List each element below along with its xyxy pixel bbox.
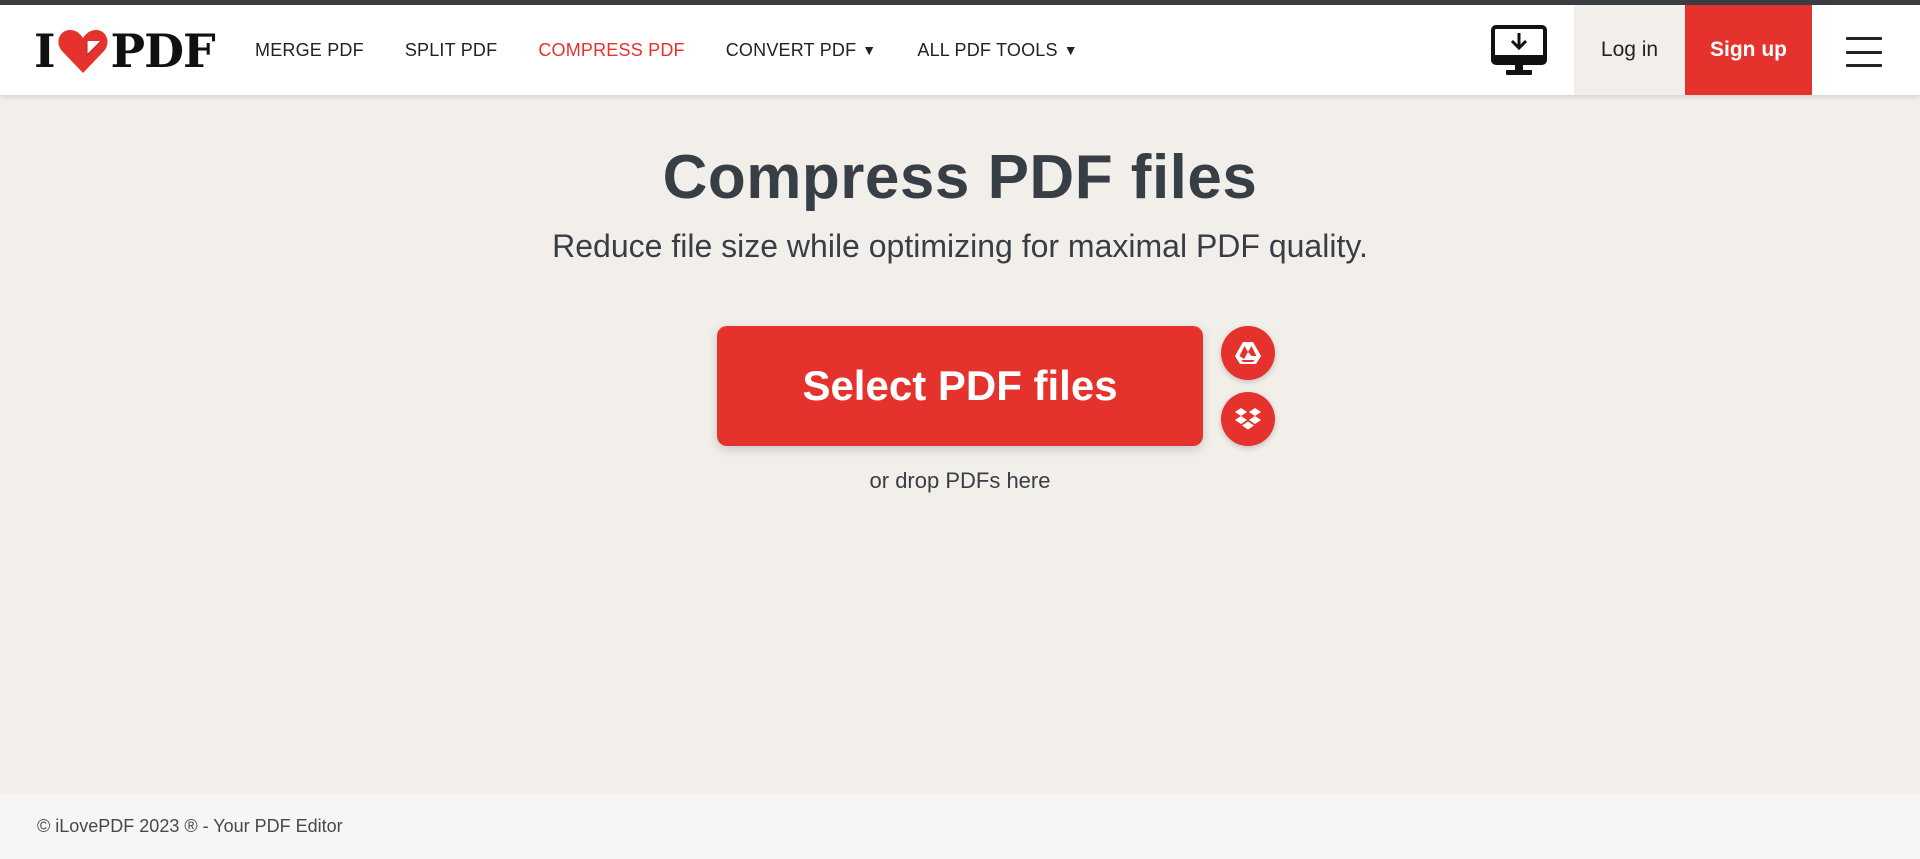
dropbox-icon [1235,408,1261,430]
caret-down-icon: ▼ [1063,42,1078,58]
select-pdf-files-button[interactable]: Select PDF files [717,326,1203,446]
nav-merge-pdf[interactable]: MERGE PDF [255,40,364,61]
drop-files-hint: or drop PDFs here [869,468,1051,493]
signup-button[interactable]: Sign up [1685,5,1812,95]
nav-compress-pdf[interactable]: COMPRESS PDF [538,40,684,61]
google-drive-button[interactable] [1221,326,1275,380]
menu-line [1846,50,1882,54]
site-footer: © iLovePDF 2023 ® - Your PDF Editor [0,793,1920,859]
nav-label: COMPRESS PDF [538,39,685,60]
logo-letter-i: I [34,24,56,78]
ilovepdf-logo[interactable]: I PDF [34,24,216,78]
desktop-download-icon [1491,25,1547,75]
dropbox-button[interactable] [1221,392,1275,446]
google-drive-icon [1235,342,1261,364]
nav-label: MERGE PDF [255,39,364,60]
page-subtitle: Reduce file size while optimizing for ma… [552,228,1368,264]
nav-split-pdf[interactable]: SPLIT PDF [405,40,498,61]
heart-logo-icon [58,29,108,73]
hamburger-menu-icon[interactable] [1846,37,1882,67]
caret-down-icon: ▼ [862,42,877,58]
menu-line [1846,37,1882,40]
nav-label: CONVERT PDF [725,39,857,60]
logo-text-pdf: PDF [110,24,216,78]
login-button[interactable]: Log in [1574,5,1685,95]
main-navigation: MERGE PDF SPLIT PDF COMPRESS PDF CONVERT… [255,5,1119,95]
site-header: I PDF MERGE PDF SPLIT PDF COMPRESS PDF C… [0,5,1920,95]
footer-copyright: © iLovePDF 2023 ® - Your PDF Editor [37,815,343,836]
page-title: Compress PDF files [662,143,1258,212]
nav-convert-pdf[interactable]: CONVERT PDF ▼ [726,40,877,61]
nav-label: SPLIT PDF [404,39,498,60]
desktop-app-download-button[interactable] [1491,25,1547,77]
nav-all-pdf-tools[interactable]: ALL PDF TOOLS ▼ [917,40,1077,61]
menu-line [1846,64,1882,67]
nav-label: ALL PDF TOOLS [917,39,1058,60]
